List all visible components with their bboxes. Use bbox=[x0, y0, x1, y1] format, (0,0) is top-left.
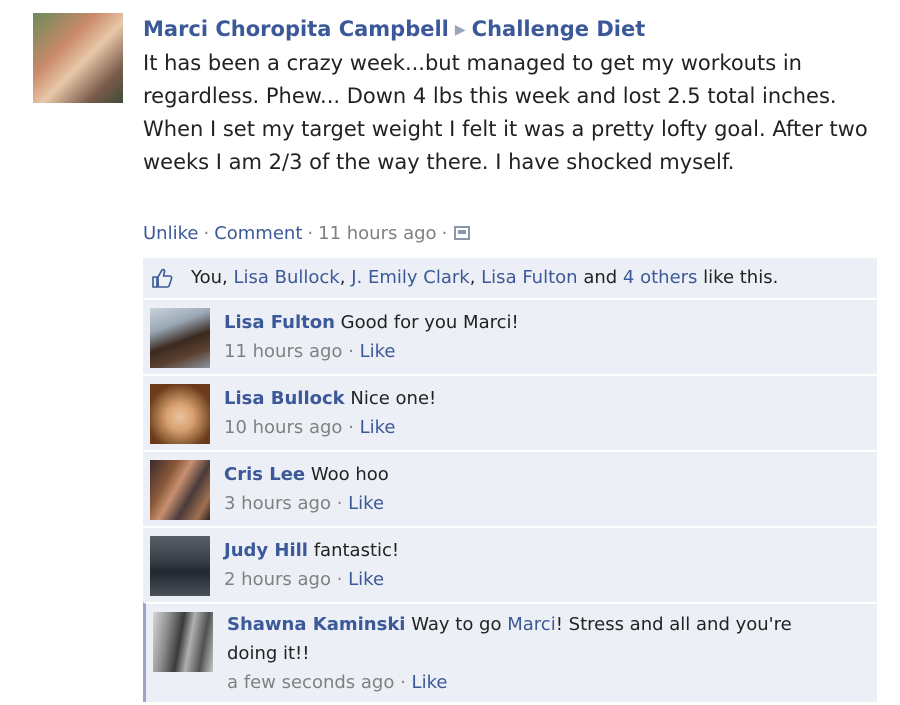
comment-item: Lisa Bullock Nice one! 10 hours ago · Li… bbox=[143, 374, 877, 450]
comma: , bbox=[339, 267, 346, 288]
comment-text: Lisa Bullock Nice one! 10 hours ago · Li… bbox=[224, 388, 437, 438]
comment-like-link[interactable]: Like bbox=[412, 672, 448, 693]
likes-and: and bbox=[583, 267, 618, 288]
comment-body: Nice one! bbox=[350, 388, 437, 409]
post-actions: Unlike · Comment · 11 hours ago · bbox=[143, 222, 471, 246]
comment-item: Lisa Fulton Good for you Marci! 11 hours… bbox=[143, 298, 877, 374]
post-header: Marci Choropita Campbell ▶ Challenge Diet bbox=[143, 14, 893, 47]
post-avatar[interactable] bbox=[33, 13, 123, 103]
separator: · bbox=[441, 223, 448, 244]
comment-timestamp[interactable]: 3 hours ago bbox=[224, 493, 331, 514]
comment-timestamp[interactable]: 10 hours ago bbox=[224, 417, 342, 438]
comment-text: Judy Hill fantastic! 2 hours ago · Like bbox=[224, 540, 400, 590]
post-target-link[interactable]: Challenge Diet bbox=[472, 17, 646, 41]
comment-like-link[interactable]: Like bbox=[360, 417, 396, 438]
liker-link[interactable]: Lisa Fulton bbox=[481, 267, 577, 288]
liker-link[interactable]: J. Emily Clark bbox=[351, 267, 469, 288]
comment-like-link[interactable]: Like bbox=[348, 493, 384, 514]
comment-timestamp[interactable]: 2 hours ago bbox=[224, 569, 331, 590]
commenter-avatar[interactable] bbox=[153, 612, 213, 672]
comment-body: fantastic! bbox=[313, 540, 400, 561]
commenter-name-link[interactable]: Lisa Bullock bbox=[224, 388, 345, 409]
comment-body: Woo hoo bbox=[310, 464, 389, 485]
comment-item: Judy Hill fantastic! 2 hours ago · Like bbox=[143, 526, 877, 602]
comment-item: Cris Lee Woo hoo 3 hours ago · Like bbox=[143, 450, 877, 526]
likes-you: You, bbox=[191, 267, 228, 288]
comment-like-link[interactable]: Like bbox=[360, 341, 396, 362]
commenter-avatar[interactable] bbox=[150, 384, 210, 444]
comment-timestamp[interactable]: 11 hours ago bbox=[224, 341, 342, 362]
comment-item: Shawna Kaminski Way to go Marci! Stress … bbox=[143, 602, 877, 702]
commenter-avatar[interactable] bbox=[150, 308, 210, 368]
comment-text: Lisa Fulton Good for you Marci! 11 hours… bbox=[224, 312, 519, 362]
comment-text: Shawna Kaminski Way to go Marci! Stress … bbox=[227, 614, 792, 693]
arrow-right-icon: ▶ bbox=[454, 22, 466, 38]
post-message: It has been a crazy week...but managed t… bbox=[143, 51, 868, 174]
comment-timestamp[interactable]: a few seconds ago bbox=[227, 672, 394, 693]
post-author-link[interactable]: Marci Choropita Campbell bbox=[143, 17, 449, 41]
likes-others-link[interactable]: 4 others bbox=[623, 267, 698, 288]
comment-body: Good for you Marci! bbox=[340, 312, 519, 333]
commenter-avatar[interactable] bbox=[150, 536, 210, 596]
comment-like-link[interactable]: Like bbox=[348, 569, 384, 590]
separator: · bbox=[307, 223, 314, 244]
likes-text: You, Lisa Bullock, J. Emily Clark, Lisa … bbox=[191, 258, 778, 298]
commenter-avatar[interactable] bbox=[150, 460, 210, 520]
comment-text: Cris Lee Woo hoo 3 hours ago · Like bbox=[224, 464, 389, 514]
likes-suffix: like this. bbox=[703, 267, 779, 288]
thumbs-up-icon bbox=[152, 268, 173, 288]
comment-link[interactable]: Comment bbox=[214, 223, 302, 244]
commenter-name-link[interactable]: Lisa Fulton bbox=[224, 312, 335, 333]
mention-link[interactable]: Marci bbox=[507, 614, 555, 635]
commenter-name-link[interactable]: Cris Lee bbox=[224, 464, 305, 485]
comment-body-pre: Way to go bbox=[411, 614, 508, 635]
unlike-link[interactable]: Unlike bbox=[143, 223, 198, 244]
likes-bar: You, Lisa Bullock, J. Emily Clark, Lisa … bbox=[143, 258, 877, 298]
post-timestamp[interactable]: 11 hours ago bbox=[318, 223, 436, 244]
commenter-name-link[interactable]: Judy Hill bbox=[224, 540, 308, 561]
liker-link[interactable]: Lisa Bullock bbox=[233, 267, 339, 288]
feed-icon[interactable] bbox=[454, 226, 471, 240]
commenter-name-link[interactable]: Shawna Kaminski bbox=[227, 614, 405, 635]
separator: · bbox=[203, 223, 210, 244]
comma: , bbox=[469, 267, 476, 288]
